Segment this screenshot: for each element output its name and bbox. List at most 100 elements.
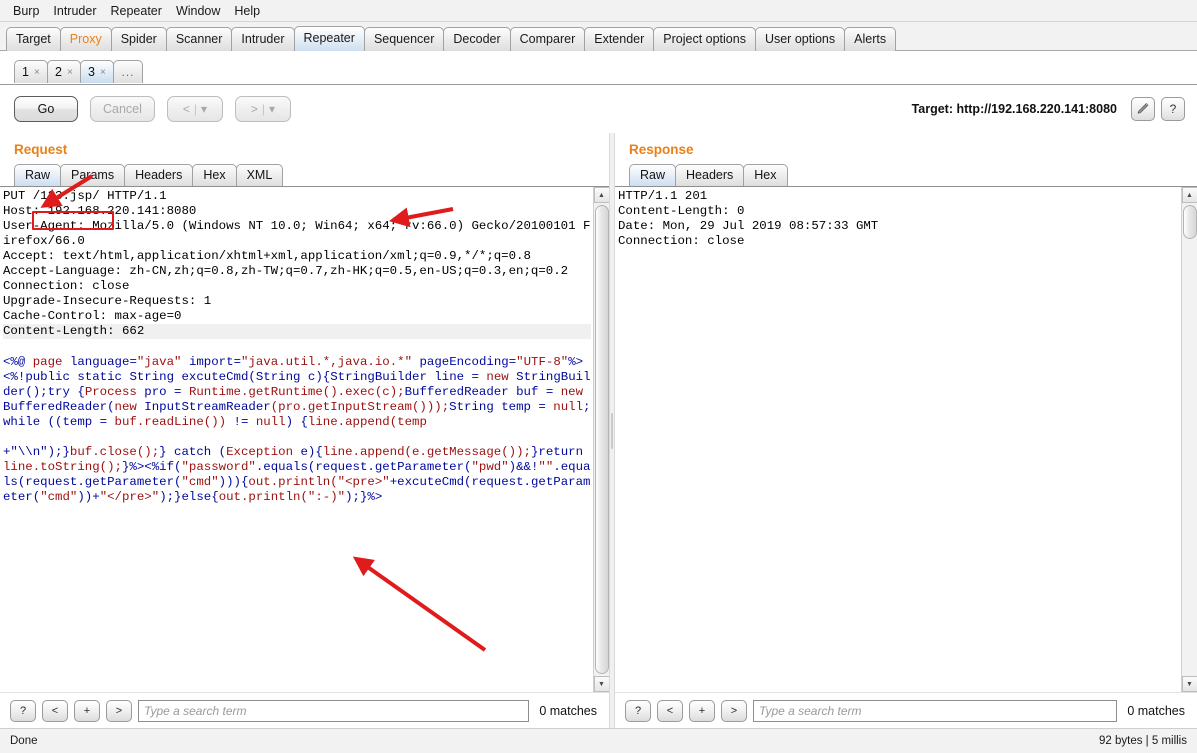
menu-item-repeater[interactable]: Repeater	[104, 2, 169, 20]
code-token: excuteCmd	[181, 369, 249, 384]
response-tab-hex[interactable]: Hex	[743, 164, 788, 186]
response-search-input[interactable]	[753, 699, 1118, 722]
code-token: BufferedReader	[404, 384, 509, 399]
code-token: while	[3, 414, 41, 429]
main-tab-user-options[interactable]: User options	[754, 27, 846, 51]
close-icon[interactable]: ×	[100, 67, 106, 78]
repeater-tab-label: 1	[22, 65, 29, 79]
request-method: PUT	[3, 189, 33, 203]
chevron-down-icon: ▾	[268, 102, 275, 116]
close-icon[interactable]: ×	[67, 67, 73, 78]
request-search-input[interactable]	[138, 699, 530, 722]
scroll-down-button[interactable]: ▼	[1181, 676, 1197, 692]
triangle-up-icon: ▲	[598, 191, 605, 199]
request-tab-headers[interactable]: Headers	[124, 164, 194, 186]
main-tab-repeater[interactable]: Repeater	[293, 26, 365, 51]
help-target-button[interactable]: ?	[1161, 97, 1185, 121]
status-bar: Done 92 bytes | 5 millis	[0, 728, 1197, 753]
request-match-count: 0 matches	[539, 703, 597, 718]
code-token: "password"	[181, 459, 256, 474]
code-token: null	[553, 399, 584, 414]
code-token: <%@	[3, 354, 33, 369]
code-token: )	[315, 369, 323, 384]
request-search-help-button[interactable]: ?	[10, 699, 36, 722]
main-tab-sequencer[interactable]: Sequencer	[363, 27, 445, 51]
code-token: new	[114, 399, 137, 414]
triangle-down-icon: ▼	[598, 680, 605, 688]
main-tab-decoder[interactable]: Decoder	[443, 27, 511, 51]
code-token: import	[188, 354, 234, 369]
request-raw-editor[interactable]: PUT /123.jsp/ HTTP/1.1 Host: 192.168.220.…	[0, 187, 593, 692]
request-search-add-button[interactable]: +	[74, 699, 100, 722]
code-token: pro =	[136, 384, 189, 399]
response-raw-editor[interactable]: HTTP/1.1 201 Content-Length: 0 Date: Mon, …	[615, 187, 1181, 692]
close-icon[interactable]: ×	[34, 67, 40, 78]
response-search-bar: ? < + > 0 matches	[615, 692, 1197, 728]
main-tab-target[interactable]: Target	[6, 27, 61, 51]
request-tab-xml[interactable]: XML	[235, 164, 284, 186]
scroll-thumb[interactable]	[1182, 205, 1197, 239]
scroll-up-button[interactable]: ▲	[593, 187, 610, 203]
response-tab-raw[interactable]: Raw	[629, 164, 677, 186]
request-header-line: Accept-Language: zh-CN,zh;q=0.8,zh-TW;q=…	[3, 264, 569, 279]
main-tab-intruder[interactable]: Intruder	[231, 27, 295, 51]
response-tab-headers[interactable]: Headers	[675, 164, 745, 186]
edit-target-button[interactable]	[1131, 97, 1155, 121]
menu-item-burp[interactable]: Burp	[6, 2, 46, 20]
main-tab-comparer[interactable]: Comparer	[509, 27, 586, 51]
code-token: try	[47, 384, 70, 399]
scroll-track[interactable]	[1181, 203, 1197, 676]
code-token: String	[255, 369, 301, 384]
main-tab-alerts[interactable]: Alerts	[844, 27, 897, 51]
request-tab-params[interactable]: Params	[60, 164, 126, 186]
response-search-prev-button[interactable]: <	[657, 699, 683, 722]
code-token: (pro.getInputStream()));	[270, 399, 450, 414]
code-token: "java.util.*,java.io.*"	[241, 354, 413, 369]
code-token: ))){	[218, 474, 249, 489]
request-search-prev-button[interactable]: <	[42, 699, 68, 722]
request-vertical-scrollbar[interactable]: ▲ ▼	[593, 187, 610, 692]
repeater-tab-3[interactable]: 3 ×	[80, 60, 114, 83]
response-line: Content-Length: 0	[618, 204, 745, 219]
code-token: "java"	[136, 354, 182, 369]
repeater-tab-bar: 1 × 2 × 3 ×...	[0, 51, 1197, 85]
menu-item-help[interactable]: Help	[227, 2, 267, 20]
main-tab-scanner[interactable]: Scanner	[165, 27, 233, 51]
code-token: return	[538, 444, 584, 459]
code-token: buf.close();	[69, 444, 160, 459]
response-search-next-button[interactable]: >	[721, 699, 747, 722]
scroll-track[interactable]	[593, 203, 610, 676]
status-message: Done	[10, 735, 38, 747]
response-vertical-scrollbar[interactable]: ▲ ▼	[1181, 187, 1197, 692]
code-token: ();	[25, 384, 48, 399]
request-tab-raw[interactable]: Raw	[14, 164, 62, 186]
main-tab-bar: Target Proxy Spider Scanner Intruder Repeater…	[0, 22, 1197, 51]
back-button[interactable]: < | ▾	[166, 96, 223, 122]
code-token: buf.readLine())	[114, 414, 227, 429]
menu-item-intruder[interactable]: Intruder	[46, 2, 103, 20]
code-token: InputStreamReader	[144, 399, 271, 414]
main-tab-spider[interactable]: Spider	[110, 27, 167, 51]
scroll-up-button[interactable]: ▲	[1181, 187, 1197, 203]
request-tab-hex[interactable]: Hex	[192, 164, 237, 186]
repeater-new-tab-button[interactable]: ...	[113, 60, 143, 83]
scroll-thumb[interactable]	[594, 205, 609, 674]
response-search-help-button[interactable]: ?	[625, 699, 651, 722]
menu-item-window[interactable]: Window	[169, 2, 227, 20]
main-tab-proxy[interactable]: Proxy	[59, 27, 112, 51]
response-search-add-button[interactable]: +	[689, 699, 715, 722]
cancel-button[interactable]: Cancel	[90, 96, 155, 122]
request-search-next-button[interactable]: >	[106, 699, 132, 722]
main-tab-extender[interactable]: Extender	[584, 27, 655, 51]
repeater-tab-2[interactable]: 2 ×	[47, 60, 81, 83]
go-button[interactable]: Go	[14, 96, 78, 122]
scroll-down-button[interactable]: ▼	[593, 676, 610, 692]
main-tab-project-options[interactable]: Project options	[653, 27, 756, 51]
code-token: (	[107, 399, 115, 414]
forward-button[interactable]: > | ▾	[234, 96, 291, 122]
response-line: Date: Mon, 29 Jul 2019 08:57:33 GMT	[618, 219, 879, 234]
code-token: ((temp =	[40, 414, 115, 429]
repeater-tab-1[interactable]: 1 ×	[14, 60, 48, 83]
